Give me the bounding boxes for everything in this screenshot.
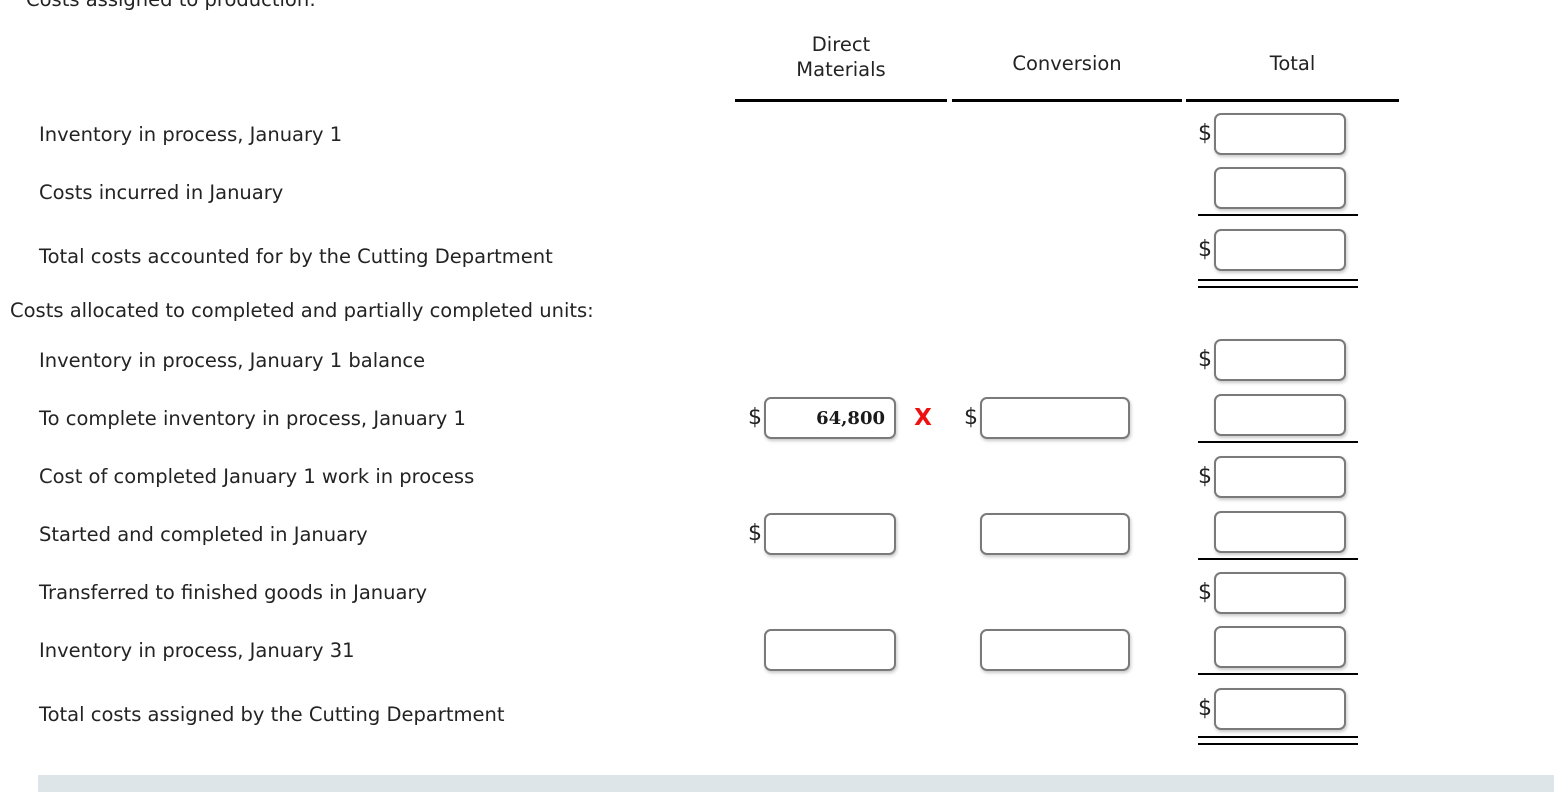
row-label-transferred-to-finished-goods: Transferred to finished goods in January — [39, 581, 428, 604]
input-direct-materials-to-complete-inventory-in-process[interactable] — [764, 397, 896, 439]
input-total-inventory-in-process-january-1-balance[interactable] — [1214, 339, 1346, 381]
input-direct-materials-inventory-in-process-january-31[interactable] — [764, 629, 896, 671]
input-total-transferred-to-finished-goods[interactable] — [1214, 572, 1346, 614]
dollar-sign-direct-materials-row-4: $ — [748, 405, 762, 430]
dollar-sign-total-row-9: $ — [1198, 696, 1212, 721]
bottom-panel-band — [38, 775, 1554, 792]
row-label-to-complete-inventory-in-process: To complete inventory in process, Januar… — [39, 407, 466, 430]
column-header-direct-materials-line1: Direct — [811, 33, 871, 56]
input-conversion-started-and-completed-in-january[interactable] — [980, 513, 1130, 555]
row-label-costs-incurred-in-january: Costs incurred in January — [39, 181, 284, 204]
dollar-sign-direct-materials-row-6: $ — [748, 521, 762, 546]
section-heading-costs-assigned: Costs assigned to production: — [26, 0, 316, 11]
incorrect-answer-icon: X — [914, 405, 932, 431]
row-label-started-and-completed-in-january: Started and completed in January — [39, 523, 368, 546]
section-heading-costs-allocated: Costs allocated to completed and partial… — [10, 299, 594, 322]
subtotal-rule-total-4 — [1198, 673, 1358, 675]
subtotal-rule-total-2 — [1198, 441, 1358, 443]
row-label-total-costs-accounted-for: Total costs accounted for by the Cutting… — [39, 245, 553, 268]
dollar-sign-total-row-2: $ — [1198, 237, 1212, 262]
grandtotal-rule-costs-assigned — [1198, 736, 1358, 745]
row-label-total-costs-assigned: Total costs assigned by the Cutting Depa… — [39, 703, 505, 726]
input-total-cost-of-completed-work-in-process[interactable] — [1214, 456, 1346, 498]
column-header-total: Total — [1269, 52, 1316, 75]
input-total-costs-assigned[interactable] — [1214, 688, 1346, 730]
dollar-sign-total-row-0: $ — [1198, 121, 1212, 146]
dollar-sign-total-row-7: $ — [1198, 580, 1212, 605]
input-total-to-complete-inventory-in-process[interactable] — [1214, 394, 1346, 436]
dollar-sign-conversion-row-4: $ — [964, 405, 978, 430]
subtotal-rule-total-3 — [1198, 558, 1358, 560]
grandtotal-rule-accounted-for — [1198, 279, 1358, 288]
input-conversion-to-complete-inventory-in-process[interactable] — [980, 397, 1130, 439]
input-conversion-inventory-in-process-january-31[interactable] — [980, 629, 1130, 671]
subtotal-rule-total-1 — [1198, 214, 1358, 216]
dollar-sign-total-row-5: $ — [1198, 464, 1212, 489]
header-rule-direct-materials — [735, 99, 947, 102]
input-total-started-and-completed-in-january[interactable] — [1214, 511, 1346, 553]
header-rule-conversion — [952, 99, 1182, 102]
worksheet-page: Costs assigned to production: Direct Mat… — [0, 0, 1554, 792]
row-label-inventory-in-process-january-1-balance: Inventory in process, January 1 balance — [39, 349, 426, 372]
input-total-costs-accounted-for[interactable] — [1214, 229, 1346, 271]
column-header-conversion: Conversion — [1012, 52, 1122, 75]
column-header-direct-materials-line2: Materials — [796, 58, 886, 81]
input-total-inventory-in-process-january-31[interactable] — [1214, 626, 1346, 668]
dollar-sign-total-row-3: $ — [1198, 347, 1212, 372]
column-header-direct-materials: Direct Materials — [735, 32, 947, 82]
row-label-inventory-in-process-january-1: Inventory in process, January 1 — [39, 123, 343, 146]
input-direct-materials-started-and-completed-in-january[interactable] — [764, 513, 896, 555]
row-label-cost-of-completed-work-in-process: Cost of completed January 1 work in proc… — [39, 465, 475, 488]
input-total-costs-incurred-in-january[interactable] — [1214, 167, 1346, 209]
header-rule-total — [1186, 99, 1399, 102]
input-total-inventory-in-process-january-1[interactable] — [1214, 113, 1346, 155]
row-label-inventory-in-process-january-31: Inventory in process, January 31 — [39, 639, 355, 662]
